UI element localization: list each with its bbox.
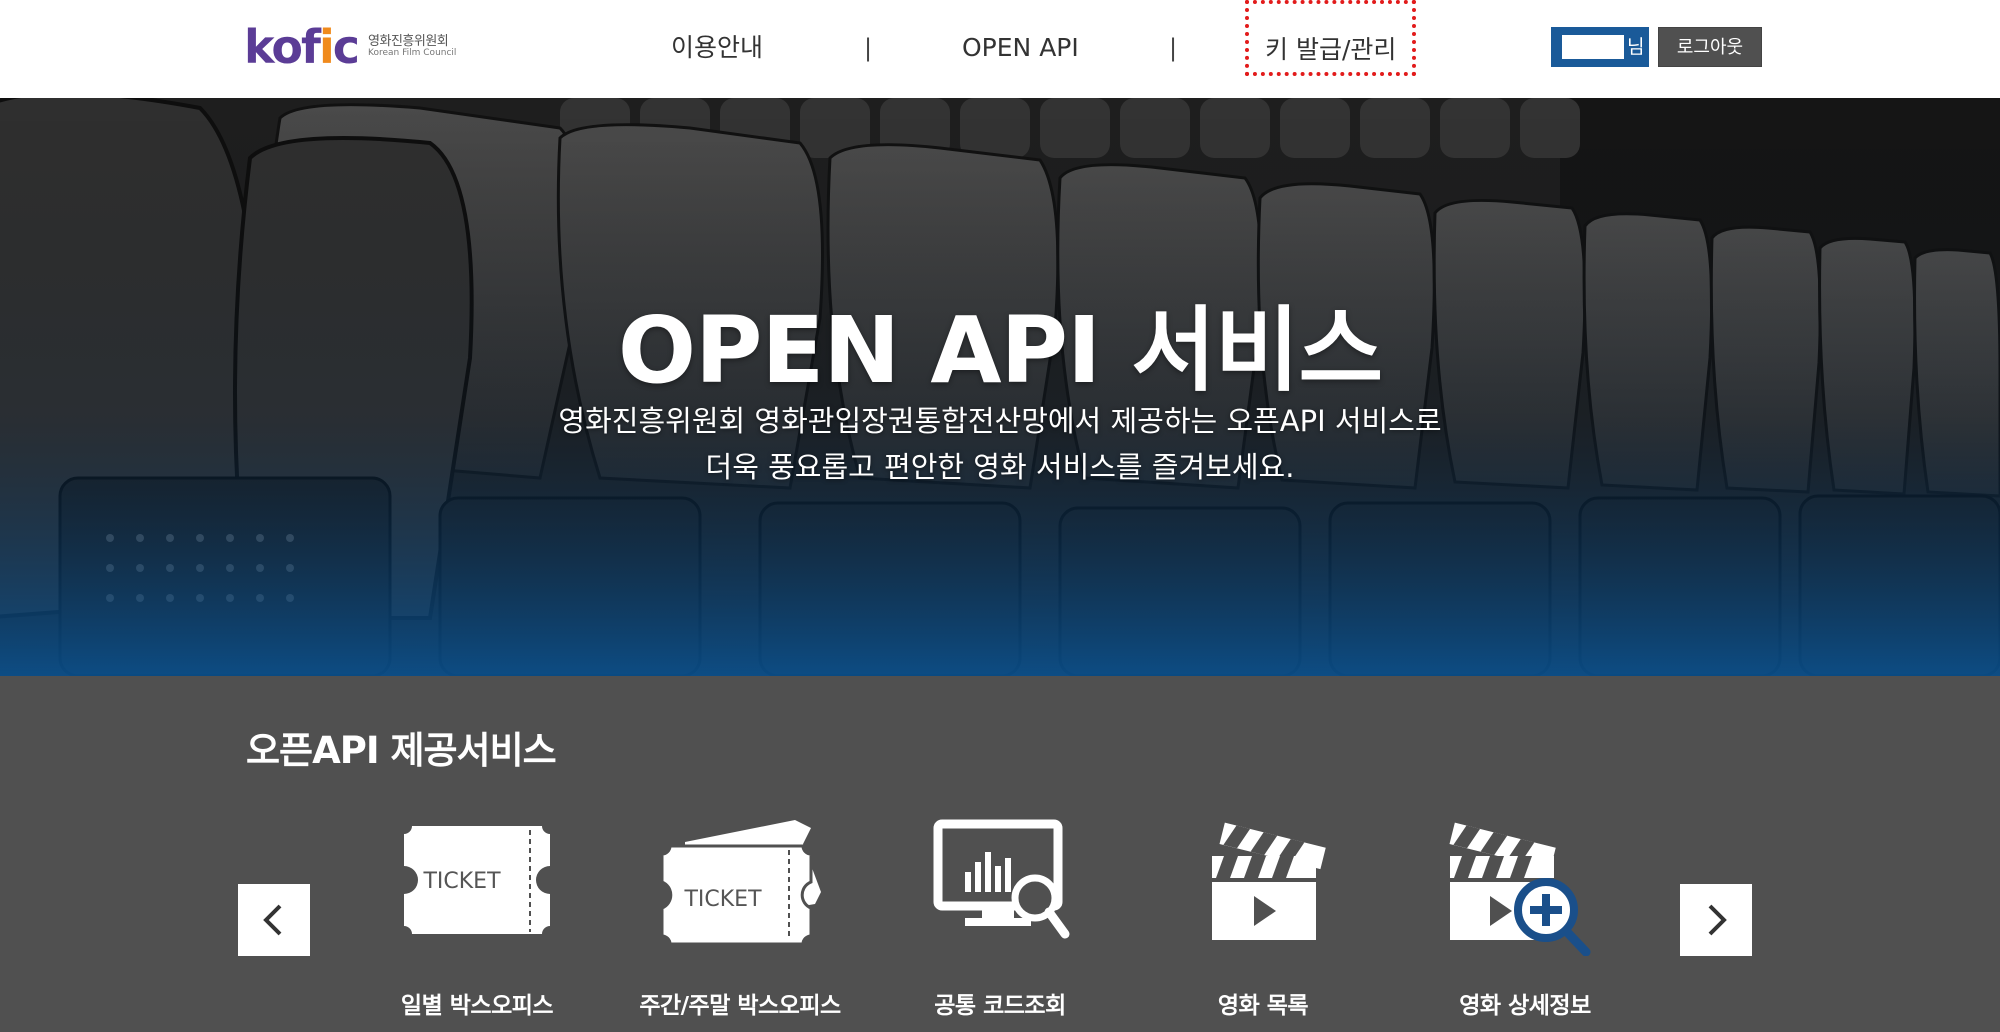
ticket-text: TICKET — [683, 887, 762, 912]
service-daily-boxoffice[interactable]: TICKET 일별 박스오피스 — [362, 816, 592, 1019]
service-movie-detail[interactable]: 영화 상세정보 — [1410, 816, 1640, 1019]
logout-button[interactable]: 로그아웃 — [1658, 27, 1762, 67]
carousel-next-button[interactable] — [1680, 884, 1752, 956]
ticket-icon: TICKET — [404, 826, 550, 934]
service-label: 영화 목록 — [1217, 993, 1309, 1019]
nav-separator: | — [1169, 34, 1178, 62]
hero-subtitle-line: 영화진흥위원회 영화관입장권통합전산망에서 제공하는 오픈API 서비스로 — [558, 404, 1442, 438]
nav-item-key-management[interactable]: 키 발급/관리 — [1245, 0, 1417, 76]
site-header: kofic 영화진흥위원회 Korean Film Council 이용안내 |… — [0, 0, 2000, 98]
service-movie-list[interactable]: 영화 목록 — [1148, 816, 1378, 1019]
nav-separator: | — [864, 34, 873, 62]
service-label: 일별 박스오피스 — [400, 993, 554, 1019]
hero-subtitle-line: 더욱 풍요롭고 편안한 영화 서비스를 즐겨보세요. — [705, 450, 1295, 484]
clapperboard-zoom-icon — [1449, 822, 1591, 956]
hero-subtitle: 영화진흥위원회 영화관입장권통합전산망에서 제공하는 오픈API 서비스로 더욱… — [0, 398, 2000, 490]
service-weekly-boxoffice[interactable]: TICKET 주간/주말 박스오피스 — [625, 816, 855, 1019]
services-section: 오픈API 제공서비스 TICKET 일별 박스오피스 TICKET 주간/주말… — [0, 676, 2000, 1032]
service-label: 공통 코드조회 — [934, 993, 1066, 1019]
chevron-right-icon — [1708, 904, 1727, 936]
service-common-code[interactable]: 공통 코드조회 — [885, 816, 1115, 1019]
ticket-text: TICKET — [422, 869, 501, 894]
hero-banner: OPEN API 서비스 영화진흥위원회 영화관입장권통합전산망에서 제공하는 … — [0, 98, 2000, 676]
service-label: 주간/주말 박스오피스 — [639, 993, 841, 1019]
hero-title: OPEN API 서비스 — [617, 297, 1383, 404]
nav-item-guide[interactable]: 이용안내 — [671, 22, 763, 74]
clapperboard-icon — [1212, 822, 1326, 940]
chevron-left-icon — [263, 904, 282, 936]
service-label: 영화 상세정보 — [1459, 993, 1591, 1019]
monitor-chart-search-icon — [933, 819, 1070, 939]
double-ticket-icon: TICKET — [660, 820, 821, 946]
carousel-prev-button[interactable] — [238, 884, 310, 956]
nav-item-open-api[interactable]: OPEN API — [962, 22, 1079, 74]
user-name-field — [1562, 35, 1624, 59]
section-title: 오픈API 제공서비스 — [246, 729, 557, 772]
user-honorific: 님 — [1627, 36, 1645, 58]
user-badge: 님 — [1551, 27, 1649, 67]
